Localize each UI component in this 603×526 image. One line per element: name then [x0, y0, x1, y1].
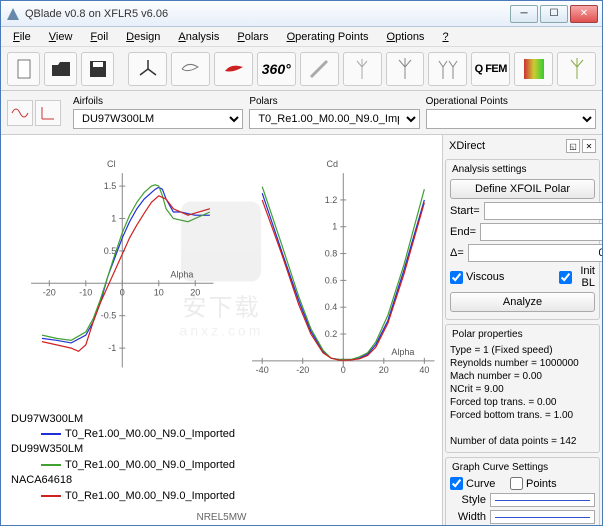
turbine-color-icon[interactable] [557, 52, 596, 86]
airfoil-icon[interactable] [171, 52, 210, 86]
svg-text:-0.5: -0.5 [101, 311, 117, 321]
panel-close-icon[interactable]: ✕ [582, 139, 596, 153]
legend: DU97W300LMT0_Re1.00_M0.00_N9.0_ImportedD… [1, 406, 442, 510]
svg-text:0.4: 0.4 [324, 302, 337, 312]
analysis-settings-group: Analysis settings Define XFOIL Polar Sta… [445, 159, 600, 320]
oppoints-label: Operational Points [426, 96, 596, 107]
minimize-button[interactable]: ─ [510, 5, 538, 23]
svg-text:-20: -20 [296, 365, 309, 375]
svg-text:0.2: 0.2 [324, 329, 337, 339]
svg-text:-20: -20 [43, 287, 56, 297]
svg-text:-10: -10 [79, 287, 92, 297]
svg-text:Cl: Cl [107, 159, 116, 169]
airfoils-select[interactable]: DU97W300LM [73, 109, 243, 129]
maximize-button[interactable]: ☐ [540, 5, 568, 23]
menu-?[interactable]: ? [434, 29, 456, 45]
style-selector[interactable] [490, 493, 595, 507]
polars-label: Polars [249, 96, 419, 107]
new-file-icon[interactable] [7, 52, 40, 86]
svg-text:-1: -1 [108, 343, 116, 353]
airfoil-red-icon[interactable] [214, 52, 253, 86]
svg-text:Alpha: Alpha [391, 347, 415, 357]
menu-options[interactable]: Options [379, 29, 433, 45]
mode-axes-icon[interactable] [35, 100, 61, 126]
side-panel: XDirect ◱ ✕ Analysis settings Define XFO… [442, 135, 602, 525]
menu-design[interactable]: Design [118, 29, 168, 45]
svg-text:20: 20 [378, 365, 388, 375]
polars-select[interactable]: T0_Re1.00_M0.00_N9.0_Imported [249, 109, 419, 129]
plot-cl-alpha[interactable]: -20-1001020-1-0.50.511.5ClAlpha [1, 135, 222, 406]
panel-title: XDirect [449, 140, 485, 152]
menu-file[interactable]: File [5, 29, 39, 45]
menu-foil[interactable]: Foil [82, 29, 116, 45]
svg-text:0: 0 [120, 287, 125, 297]
initbl-checkbox[interactable] [559, 271, 572, 284]
airfoils-label: Airfoils [73, 96, 243, 107]
plot-cd-alpha[interactable]: -40 -20 0 20 40 0.2 0.4 0.6 0.8 1 1.2 Cd Alpha [222, 135, 443, 406]
qfem-button[interactable]: Q FEM [471, 52, 510, 86]
menu-view[interactable]: View [41, 29, 81, 45]
svg-text:1: 1 [332, 222, 337, 232]
define-polar-button[interactable]: Define XFOIL Polar [450, 179, 595, 199]
polar-properties-text: Type = 1 (Fixed speed)Reynolds number = … [450, 344, 595, 448]
blade-icon[interactable] [300, 52, 339, 86]
360-button[interactable]: 360° [257, 52, 296, 86]
turbine-multi-icon[interactable] [428, 52, 467, 86]
graph-settings-group: Graph Curve Settings Curve Points Style … [445, 457, 600, 525]
toolbar: 360° Q FEM [1, 47, 602, 91]
window-title: QBlade v0.8 on XFLR5 v6.06 [25, 8, 510, 20]
turbine-small-icon[interactable] [343, 52, 382, 86]
close-button[interactable]: ✕ [570, 5, 598, 23]
end-input[interactable] [480, 223, 602, 241]
svg-text:1: 1 [111, 213, 116, 223]
titlebar: QBlade v0.8 on XFLR5 v6.06 ─ ☐ ✕ [1, 1, 602, 27]
width-selector[interactable] [490, 510, 595, 524]
turbine-icon[interactable] [386, 52, 425, 86]
svg-text:0: 0 [340, 365, 345, 375]
svg-text:Alpha: Alpha [170, 269, 194, 279]
footer-label: NREL5MW [1, 510, 442, 525]
svg-text:0.8: 0.8 [324, 249, 337, 259]
svg-text:0.6: 0.6 [324, 275, 337, 285]
svg-text:1.5: 1.5 [104, 181, 117, 191]
open-icon[interactable] [44, 52, 77, 86]
svg-text:20: 20 [190, 287, 200, 297]
viscous-checkbox[interactable] [450, 271, 463, 284]
selector-bar: Airfoils DU97W300LM Polars T0_Re1.00_M0.… [1, 91, 602, 135]
save-icon[interactable] [81, 52, 114, 86]
menubar: FileViewFoilDesignAnalysisPolarsOperatin… [1, 27, 602, 47]
svg-text:40: 40 [419, 365, 429, 375]
analyze-button[interactable]: Analyze [450, 292, 595, 312]
rotor-icon[interactable] [128, 52, 167, 86]
menu-operating-points[interactable]: Operating Points [279, 29, 377, 45]
panel-undock-icon[interactable]: ◱ [566, 139, 580, 153]
svg-text:-40: -40 [255, 365, 268, 375]
svg-text:10: 10 [154, 287, 164, 297]
menu-analysis[interactable]: Analysis [170, 29, 227, 45]
delta-input[interactable] [468, 244, 602, 262]
svg-text:1.2: 1.2 [324, 195, 337, 205]
start-input[interactable] [484, 202, 602, 220]
polar-properties-group: Polar properties Type = 1 (Fixed speed)R… [445, 324, 600, 453]
svg-text:Cd: Cd [326, 159, 338, 169]
menu-polars[interactable]: Polars [229, 29, 276, 45]
app-icon [5, 6, 21, 22]
heatmap-icon[interactable] [514, 52, 553, 86]
curve-checkbox[interactable] [450, 477, 463, 490]
mode-graph-icon[interactable] [7, 100, 33, 126]
points-checkbox[interactable] [510, 477, 523, 490]
oppoints-select[interactable] [426, 109, 596, 129]
